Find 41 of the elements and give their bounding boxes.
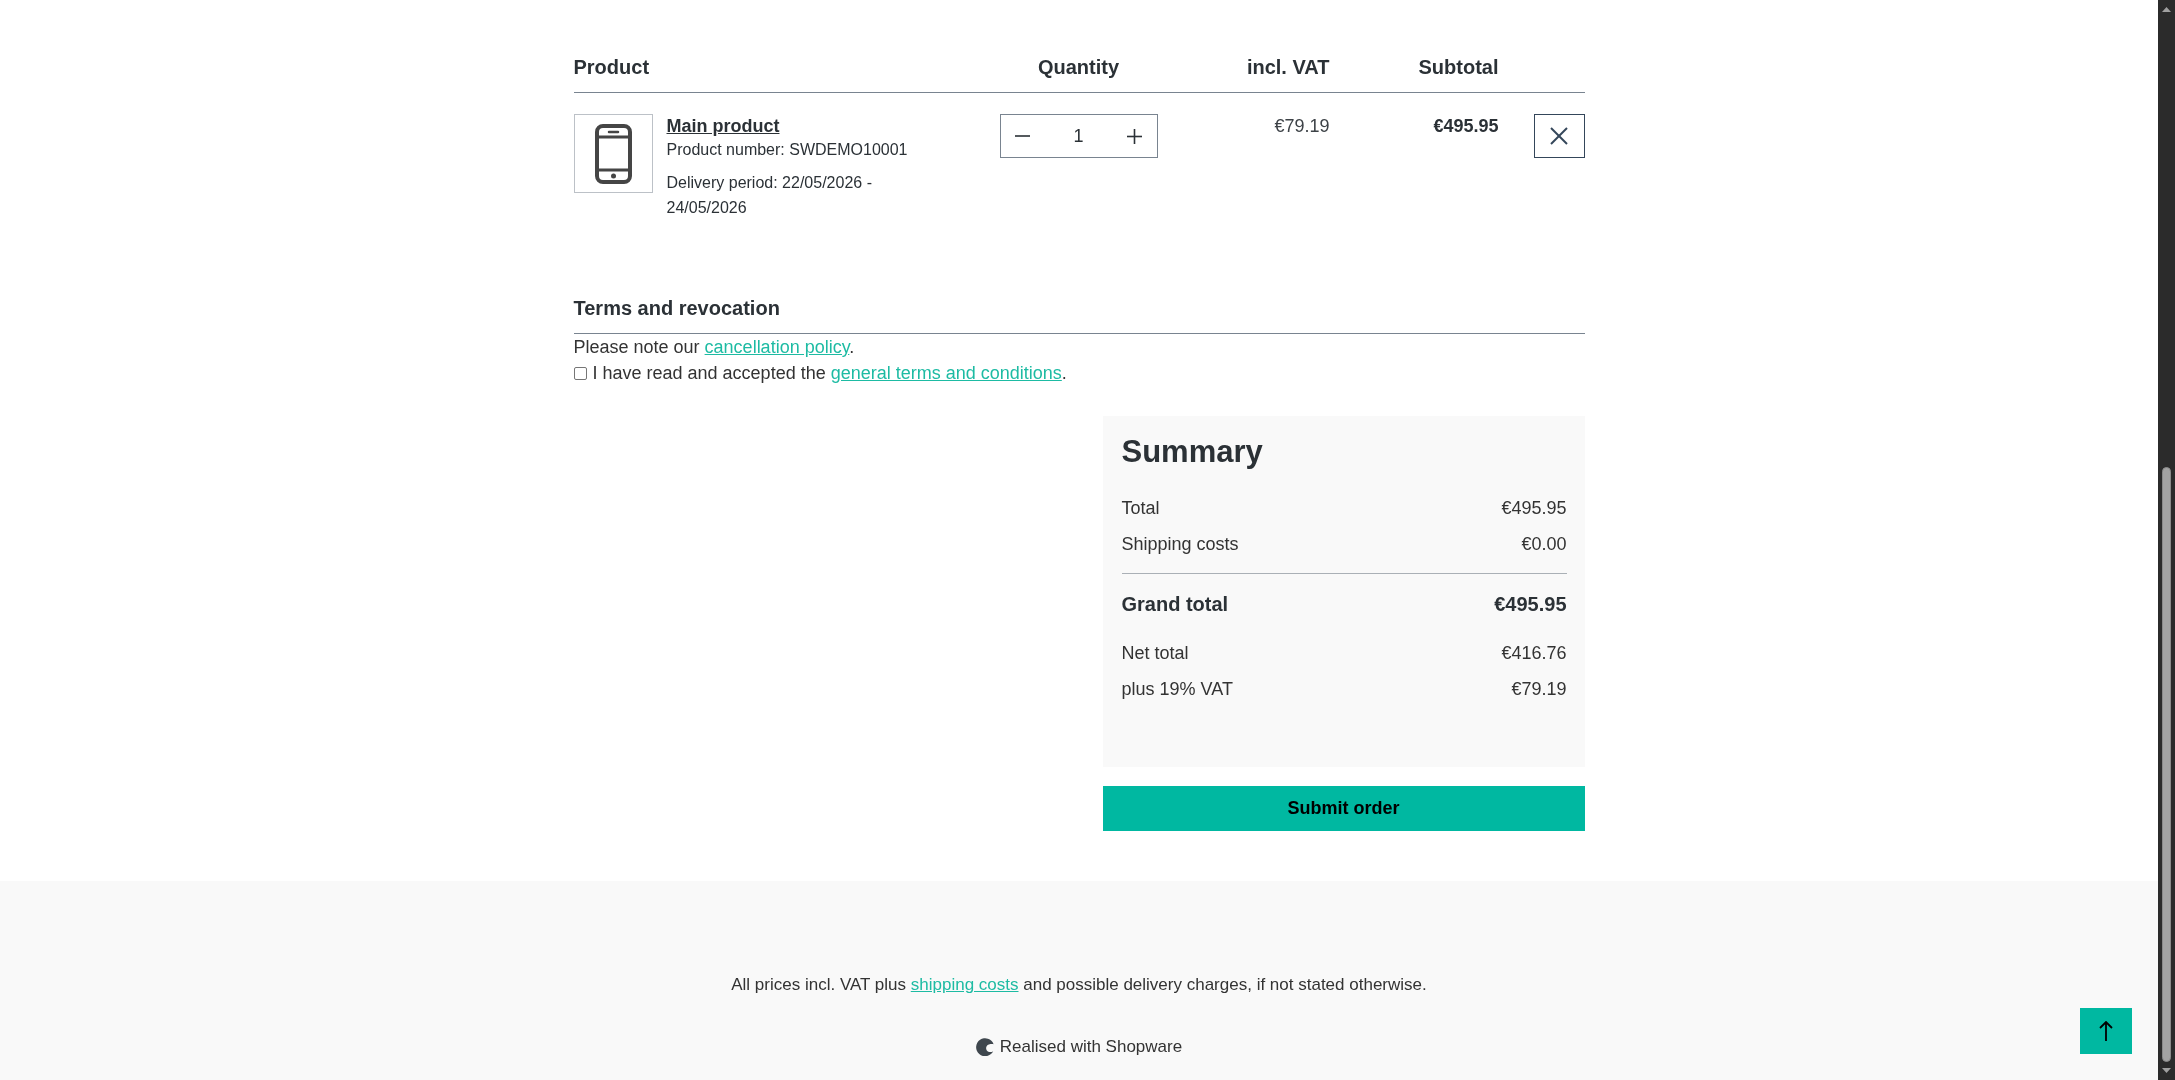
scrollbar-thumb[interactable] [2162,467,2171,1062]
column-header: Quantity [1037,55,1120,80]
footer-notice-text: All prices incl. VAT plus shipping costs and possible delivery charges, if not stated otherwise. [731,975,1427,994]
summary-label: plus 19% VAT [1121,678,1233,701]
terms-checkbox[interactable] [573,366,587,380]
logo-icon [975,1038,994,1056]
minus-icon [1015,135,1030,137]
summary-label: Net total [1121,642,1189,665]
close-icon [1550,127,1568,145]
credit-text: Realised with Shopware [999,1036,1183,1058]
summary-value: €0.00 [1521,533,1567,556]
smartphone-icon [594,123,632,184]
product-thumbnail[interactable] [573,114,653,193]
triangle-down-icon[interactable] [2162,1068,2171,1073]
remove-button[interactable] [1533,114,1585,158]
product-number: Product number: SWDEMO10001 [666,140,909,160]
product-name-link[interactable]: Main product [666,116,780,136]
up-arrow-icon [2099,1021,2113,1041]
subtotal-price: €495.95 [1433,115,1499,138]
quantity-field[interactable]: 1 [1044,115,1113,157]
summary-label: Shipping costs [1121,533,1239,556]
column-header: Subtotal [1418,55,1499,80]
section-title: Terms and revocation [573,295,1585,334]
summary-value: €495.95 [1494,592,1567,617]
submit-order-button[interactable]: Submit order [1102,786,1585,831]
delivery-period: Delivery period: 22/05/2026 - 24/05/2026 [666,173,873,218]
summary-value: €416.76 [1501,642,1567,665]
triangle-up-icon[interactable] [2162,7,2171,12]
back-to-top-button[interactable] [2080,1008,2132,1054]
terms-acceptance-text: I have read and accepted the general terms and conditions. [592,362,1067,385]
summary-value: €79.19 [1511,678,1567,701]
column-header: Product [573,55,650,80]
column-header: incl. VAT [1246,55,1330,80]
policy-notice-text: Please note our cancellation policy. [573,337,855,357]
summary-title: Summary [1121,433,1264,471]
unit-price: €79.19 [1274,115,1330,138]
summary-value: €495.95 [1501,497,1567,520]
summary-label: Total [1121,497,1160,520]
summary-label: Grand total [1121,592,1229,617]
quantity-stepper[interactable]: 1 [999,114,1158,158]
plus-icon [1127,128,1142,144]
